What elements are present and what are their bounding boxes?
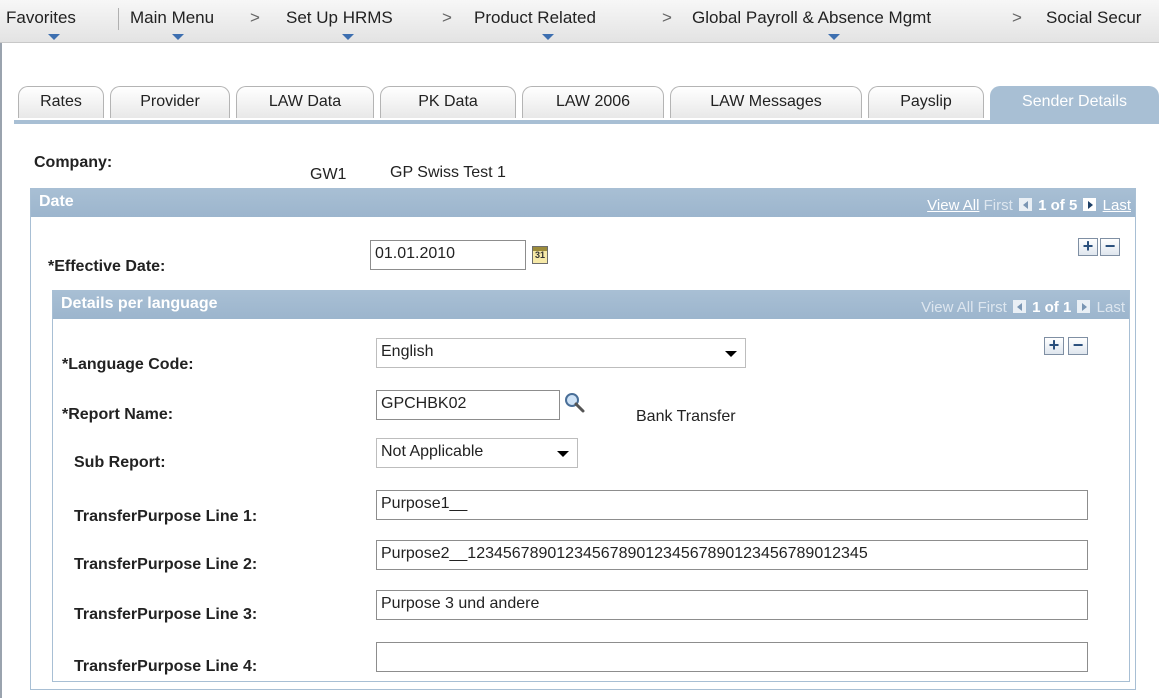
- company-label: Company:: [34, 154, 113, 171]
- tab-pk-data[interactable]: PK Data: [380, 86, 516, 118]
- set-up-hrms-dropdown-icon[interactable]: [342, 34, 354, 40]
- sub-report-select[interactable]: Not Applicable: [376, 438, 578, 468]
- company-code: GW1: [310, 166, 347, 183]
- purpose-line-4-input[interactable]: [376, 642, 1088, 672]
- breadcrumb-global-payroll[interactable]: Global Payroll & Absence Mgmt: [692, 8, 931, 28]
- breadcrumb-set-up-hrms[interactable]: Set Up HRMS: [286, 8, 393, 28]
- tab-law-2006[interactable]: LAW 2006: [522, 86, 664, 118]
- chevron-down-icon: [557, 451, 569, 457]
- tab-payslip[interactable]: Payslip: [868, 86, 984, 118]
- purpose-line-2-input[interactable]: Purpose2__123456789012345678901234567890…: [376, 540, 1088, 570]
- purpose-line-4-label: TransferPurpose Line 4:: [74, 658, 258, 675]
- tab-provider[interactable]: Provider: [110, 86, 230, 118]
- tab-baseline: [14, 120, 1159, 124]
- nav-divider: [118, 8, 119, 30]
- purpose-line-1-label: TransferPurpose Line 1:: [74, 508, 258, 525]
- language-add-row-button[interactable]: +: [1044, 336, 1064, 355]
- date-view-all-link[interactable]: View All: [927, 197, 979, 214]
- date-groupbox-header: Date View All First 1 of 5 Last: [31, 189, 1135, 217]
- report-name-label: *Report Name:: [62, 406, 174, 423]
- language-last-link: Last: [1096, 299, 1125, 316]
- report-description: Bank Transfer: [636, 408, 736, 425]
- breadcrumb-separator: >: [442, 8, 452, 27]
- breadcrumb-product-related[interactable]: Product Related: [474, 8, 596, 28]
- date-next-icon[interactable]: [1083, 198, 1097, 211]
- purpose-line-2-label: TransferPurpose Line 2:: [74, 556, 258, 573]
- purpose-line-1-input[interactable]: Purpose1__: [376, 490, 1088, 520]
- sub-report-value: Not Applicable: [381, 443, 484, 460]
- effective-date-label: *Effective Date:: [48, 258, 166, 275]
- language-code-select[interactable]: English: [376, 338, 746, 368]
- main-menu[interactable]: Main Menu: [130, 8, 214, 28]
- language-previous-icon: [1012, 300, 1026, 313]
- date-delete-row-button[interactable]: −: [1100, 237, 1120, 256]
- global-payroll-dropdown-icon[interactable]: [828, 34, 840, 40]
- language-groupbox-header: Details per language View All First 1 of…: [53, 291, 1129, 319]
- date-previous-icon: [1018, 198, 1032, 211]
- left-border: [0, 0, 2, 698]
- main-menu-dropdown-icon[interactable]: [172, 34, 184, 40]
- language-first-link: First: [977, 299, 1007, 316]
- date-first-link: First: [983, 197, 1013, 214]
- tab-sender-details[interactable]: Sender Details: [990, 86, 1159, 120]
- tab-law-data[interactable]: LAW Data: [236, 86, 374, 118]
- sub-report-label: Sub Report:: [74, 454, 166, 471]
- language-row-count: 1 of 1: [1032, 299, 1072, 316]
- effective-date-input[interactable]: 01.01.2010: [370, 240, 526, 270]
- tab-law-messages[interactable]: LAW Messages: [670, 86, 862, 118]
- product-related-dropdown-icon[interactable]: [542, 34, 554, 40]
- date-last-link[interactable]: Last: [1103, 197, 1131, 214]
- language-code-label: *Language Code:: [62, 356, 194, 373]
- purpose-line-3-label: TransferPurpose Line 3:: [74, 606, 258, 623]
- date-groupbox-title: Date: [39, 193, 74, 210]
- language-view-all-link: View All: [921, 299, 974, 316]
- breadcrumb-separator: >: [1012, 8, 1022, 27]
- report-name-input[interactable]: GPCHBK02: [376, 390, 560, 420]
- breadcrumb-bar: Favorites Main Menu > Set Up HRMS > Prod…: [0, 0, 1159, 43]
- calendar-icon[interactable]: 31: [532, 246, 548, 264]
- tab-rates[interactable]: Rates: [18, 86, 104, 118]
- breadcrumb-separator: >: [250, 8, 260, 27]
- language-delete-row-button[interactable]: −: [1068, 336, 1088, 355]
- favorites-menu[interactable]: Favorites: [6, 8, 76, 28]
- language-next-icon: [1077, 300, 1091, 313]
- date-add-row-button[interactable]: +: [1078, 237, 1098, 256]
- breadcrumb-separator: >: [662, 8, 672, 27]
- language-groupbox-navigation: View All First 1 of 1 Last: [921, 299, 1125, 316]
- lookup-icon[interactable]: [564, 392, 586, 414]
- favorites-dropdown-icon[interactable]: [48, 34, 60, 40]
- purpose-line-3-input[interactable]: Purpose 3 und andere: [376, 590, 1088, 620]
- language-groupbox-title: Details per language: [61, 295, 218, 312]
- chevron-down-icon: [725, 351, 737, 357]
- company-name: GP Swiss Test 1: [390, 164, 506, 181]
- date-row-count: 1 of 5: [1038, 197, 1078, 214]
- language-code-value: English: [381, 343, 434, 360]
- date-groupbox-navigation: View All First 1 of 5 Last: [927, 197, 1131, 214]
- breadcrumb-social-security[interactable]: Social Secur: [1046, 8, 1141, 28]
